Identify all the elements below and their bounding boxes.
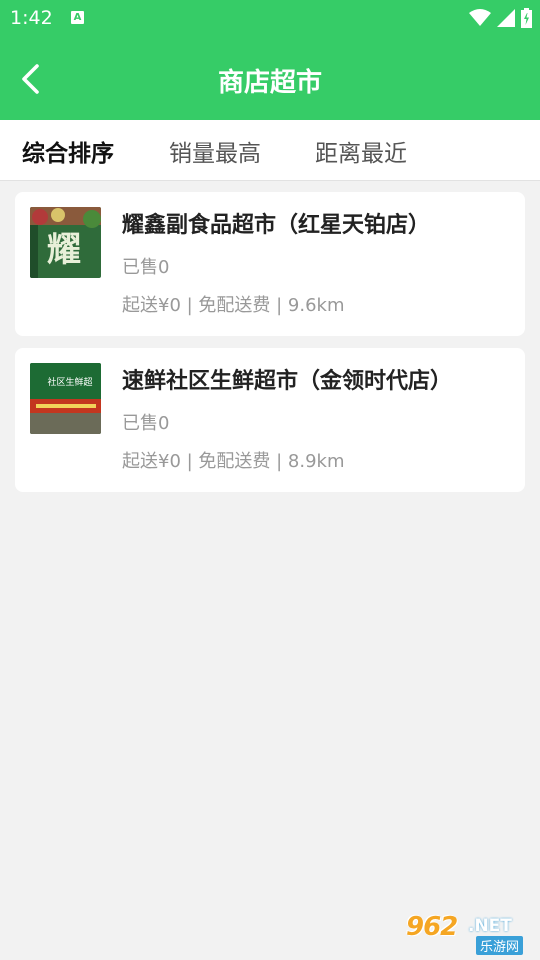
wifi-icon: [469, 9, 491, 26]
watermark-domain: .NET: [468, 916, 512, 936]
sort-tabs: 综合排序 销量最高 距离最近: [0, 120, 540, 181]
store-sold-count: 已售0: [122, 413, 170, 434]
status-icons: [469, 7, 532, 29]
store-thumbnail: 耀: [30, 207, 101, 278]
store-thumbnail-text: 耀: [47, 230, 81, 270]
store-thumbnail: 社区生鲜超: [30, 363, 101, 434]
store-card[interactable]: 耀 耀鑫副食品超市（红星天铂店） 已售0 起送¥0 | 免配送费 | 9.6km: [15, 192, 525, 336]
app-bar: 商店超市: [0, 38, 540, 120]
store-name: 耀鑫副食品超市（红星天铂店）: [122, 213, 431, 238]
store-delivery-info: 起送¥0 | 免配送费 | 8.9km: [122, 451, 345, 472]
status-bar: 1:42 A: [0, 0, 540, 38]
page-title: 商店超市: [217, 68, 322, 98]
watermark-site-name: 乐游网: [476, 936, 524, 955]
tab-comprehensive-sort[interactable]: 综合排序: [22, 134, 114, 168]
store-name: 速鲜社区生鲜超市（金领时代店）: [122, 369, 453, 394]
store-sold-count: 已售0: [122, 257, 170, 278]
cellular-signal-icon: [497, 9, 515, 27]
store-delivery-info: 起送¥0 | 免配送费 | 9.6km: [122, 295, 345, 316]
notification-badge-icon: A: [71, 11, 84, 24]
watermark-number: 962: [406, 912, 458, 942]
status-time: 1:42: [10, 7, 53, 29]
tab-top-sales[interactable]: 销量最高: [169, 134, 261, 168]
store-thumbnail-text: 社区生鲜超: [47, 376, 92, 388]
site-watermark: 962 .NET 乐游网: [400, 910, 535, 956]
battery-icon: [521, 8, 532, 28]
store-card[interactable]: 社区生鲜超 速鲜社区生鲜超市（金领时代店） 已售0 起送¥0 | 免配送费 | …: [15, 348, 525, 492]
tab-nearest[interactable]: 距离最近: [315, 134, 407, 168]
